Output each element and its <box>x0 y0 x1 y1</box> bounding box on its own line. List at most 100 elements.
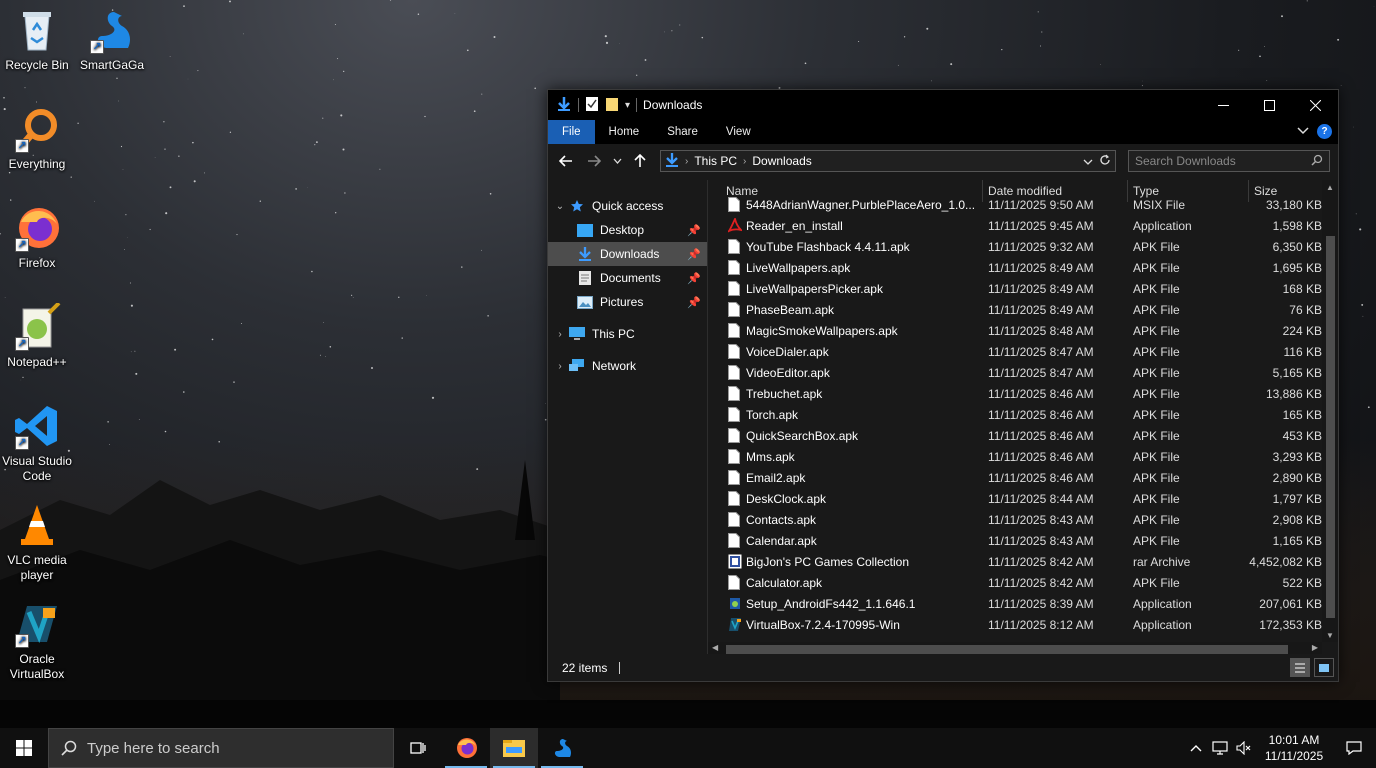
file-explorer-window[interactable]: ▾ Downloads File Home Share View ? › Thi… <box>547 89 1339 682</box>
file-row[interactable]: LiveWallpapersPicker.apk 11/11/2025 8:49 … <box>708 278 1322 299</box>
nav-desktop[interactable]: Desktop 📌 <box>548 218 707 242</box>
title-bar[interactable]: ▾ Downloads <box>548 90 1338 120</box>
taskbar-file-explorer[interactable] <box>490 728 538 768</box>
file-list[interactable]: Name Date modified Type Size 5448AdrianW… <box>708 180 1338 656</box>
nav-this-pc[interactable]: › This PC <box>548 322 707 346</box>
file-icon <box>728 344 742 359</box>
file-icon <box>728 407 742 422</box>
vertical-scrollbar[interactable]: ▲ ▼ <box>1322 180 1338 642</box>
breadcrumb-downloads[interactable]: Downloads <box>752 154 811 168</box>
file-row[interactable]: LiveWallpapers.apk 11/11/2025 8:49 AM APK … <box>708 257 1322 278</box>
task-view-button[interactable] <box>394 728 442 768</box>
file-name: Trebuchet.apk <box>746 386 823 401</box>
tab-home[interactable]: Home <box>595 120 654 144</box>
file-row[interactable]: 5448AdrianWagner.PurblePlaceAero_1.0....… <box>708 194 1322 215</box>
pin-icon[interactable]: 📌 <box>687 272 701 285</box>
close-button[interactable] <box>1292 90 1338 120</box>
pictures-folder-icon <box>576 294 594 310</box>
file-row[interactable]: DeskClock.apk 11/11/2025 8:44 AM APK File 1… <box>708 488 1322 509</box>
scroll-right-icon[interactable]: ▶ <box>1312 643 1318 652</box>
desktop-icon-vlc[interactable]: VLC media player <box>0 501 74 583</box>
desktop-icon-notepadpp[interactable]: ↗ Notepad++ <box>0 301 74 370</box>
file-row[interactable]: Setup_AndroidFs442_1.1.646.1 11/11/2025 8… <box>708 593 1322 614</box>
desktop-icon-everything[interactable]: ↗ Everything <box>0 105 74 172</box>
taskbar-firefox[interactable] <box>442 728 490 768</box>
forward-button[interactable] <box>582 149 606 173</box>
file-row[interactable]: Torch.apk 11/11/2025 8:46 AM APK File 165 K… <box>708 404 1322 425</box>
file-row[interactable]: YouTube Flashback 4.4.11.apk 11/11/2025 9… <box>708 236 1322 257</box>
desktop-icon-label: VLC media player <box>7 553 67 582</box>
nav-quick-access[interactable]: ⌄ Quick access <box>548 194 707 218</box>
scroll-up-icon[interactable]: ▲ <box>1322 180 1338 192</box>
file-row[interactable]: MagicSmokeWallpapers.apk 11/11/2025 8:48 … <box>708 320 1322 341</box>
scroll-down-icon[interactable]: ▼ <box>1322 631 1338 640</box>
back-button[interactable] <box>554 149 578 173</box>
file-row[interactable]: Reader_en_install 11/11/2025 9:45 AM Appli… <box>708 215 1322 236</box>
nav-downloads[interactable]: Downloads 📌 <box>548 242 707 266</box>
desktop-icon-firefox[interactable]: ↗ Firefox <box>0 204 74 271</box>
taskbar-clock[interactable]: 10:01 AM 11/11/2025 <box>1256 732 1332 764</box>
file-row[interactable]: BigJon's PC Games Collection 11/11/2025 8… <box>708 551 1322 572</box>
computer-icon <box>568 326 586 342</box>
tab-share[interactable]: Share <box>653 120 712 144</box>
refresh-icon[interactable] <box>1099 154 1111 169</box>
file-row[interactable]: VideoEditor.apk 11/11/2025 8:47 AM APK Fil… <box>708 362 1322 383</box>
tab-view[interactable]: View <box>712 120 765 144</box>
recent-locations-button[interactable] <box>610 149 624 173</box>
scrollbar-thumb[interactable] <box>726 645 1288 654</box>
notification-center-button[interactable] <box>1332 728 1376 768</box>
desktop-icon-vscode[interactable]: ↗ Visual Studio Code <box>0 402 74 484</box>
properties-icon[interactable] <box>585 96 599 115</box>
navigation-pane[interactable]: ⌄ Quick access Desktop 📌 Downloads 📌 Doc… <box>548 180 708 656</box>
file-row[interactable]: Email2.apk 11/11/2025 8:46 AM APK File 2,89… <box>708 467 1322 488</box>
maximize-button[interactable] <box>1246 90 1292 120</box>
nav-network[interactable]: › Network <box>548 354 707 378</box>
large-icons-view-button[interactable] <box>1314 658 1334 677</box>
volume-muted-icon[interactable] <box>1232 728 1256 768</box>
scroll-left-icon[interactable]: ◀ <box>712 643 718 652</box>
scrollbar-thumb[interactable] <box>1326 236 1335 618</box>
up-button[interactable] <box>628 149 652 173</box>
file-type: APK File <box>1133 260 1180 275</box>
pin-icon[interactable]: 📌 <box>687 248 701 261</box>
downloads-folder-icon <box>665 152 679 171</box>
nav-pictures[interactable]: Pictures 📌 <box>548 290 707 314</box>
nav-documents[interactable]: Documents 📌 <box>548 266 707 290</box>
file-row[interactable]: PhaseBeam.apk 11/11/2025 8:49 AM APK File 7… <box>708 299 1322 320</box>
search-downloads-input[interactable]: Search Downloads <box>1128 150 1330 172</box>
show-hidden-icons-chevron-icon[interactable] <box>1184 728 1208 768</box>
file-row[interactable]: Trebuchet.apk 11/11/2025 8:46 AM APK File 1… <box>708 383 1322 404</box>
tab-file[interactable]: File <box>548 120 595 144</box>
taskbar-search-box[interactable]: Type here to search <box>48 728 394 768</box>
file-row[interactable]: Calendar.apk 11/11/2025 8:43 AM APK File 1,… <box>708 530 1322 551</box>
minimize-button[interactable] <box>1200 90 1246 120</box>
search-placeholder: Search Downloads <box>1135 154 1236 168</box>
file-row[interactable]: Calculator.apk 11/11/2025 8:42 AM APK File… <box>708 572 1322 593</box>
breadcrumb-this-pc[interactable]: This PC <box>694 154 737 168</box>
address-bar[interactable]: › This PC › Downloads <box>660 150 1116 172</box>
taskbar-smartgaga[interactable] <box>538 728 586 768</box>
file-row[interactable]: Contacts.apk 11/11/2025 8:43 AM APK File 2,… <box>708 509 1322 530</box>
new-folder-icon[interactable] <box>605 96 619 115</box>
breadcrumb-separator-icon: › <box>743 155 747 167</box>
network-icon[interactable] <box>1208 728 1232 768</box>
expand-chevron-icon[interactable]: › <box>552 361 568 372</box>
expand-chevron-icon[interactable]: › <box>552 329 568 340</box>
address-dropdown-icon[interactable] <box>1083 154 1093 168</box>
file-row[interactable]: QuickSearchBox.apk 11/11/2025 8:46 AM APK … <box>708 425 1322 446</box>
file-icon <box>728 470 742 485</box>
desktop-icon-virtualbox[interactable]: ↗ Oracle VirtualBox <box>0 600 74 682</box>
expand-ribbon-icon[interactable] <box>1297 126 1309 138</box>
file-row[interactable]: VoiceDialer.apk 11/11/2025 8:47 AM APK Fil… <box>708 341 1322 362</box>
details-view-button[interactable] <box>1290 658 1310 677</box>
desktop-icon-recycle-bin[interactable]: Recycle Bin <box>0 6 74 73</box>
collapse-chevron-icon[interactable]: ⌄ <box>552 201 568 212</box>
start-button[interactable] <box>0 728 48 768</box>
qat-dropdown-icon[interactable]: ▾ <box>625 100 630 111</box>
file-row[interactable]: Mms.apk 11/11/2025 8:46 AM APK File 3,293 K… <box>708 446 1322 467</box>
help-icon[interactable]: ? <box>1317 124 1332 139</box>
desktop-icon-smartgaga[interactable]: ↗ SmartGaGa <box>75 6 149 73</box>
pin-icon[interactable]: 📌 <box>687 296 701 309</box>
pin-icon[interactable]: 📌 <box>687 224 701 237</box>
file-row[interactable]: VirtualBox-7.2.4-170995-Win 11/11/2025 8:… <box>708 614 1322 635</box>
